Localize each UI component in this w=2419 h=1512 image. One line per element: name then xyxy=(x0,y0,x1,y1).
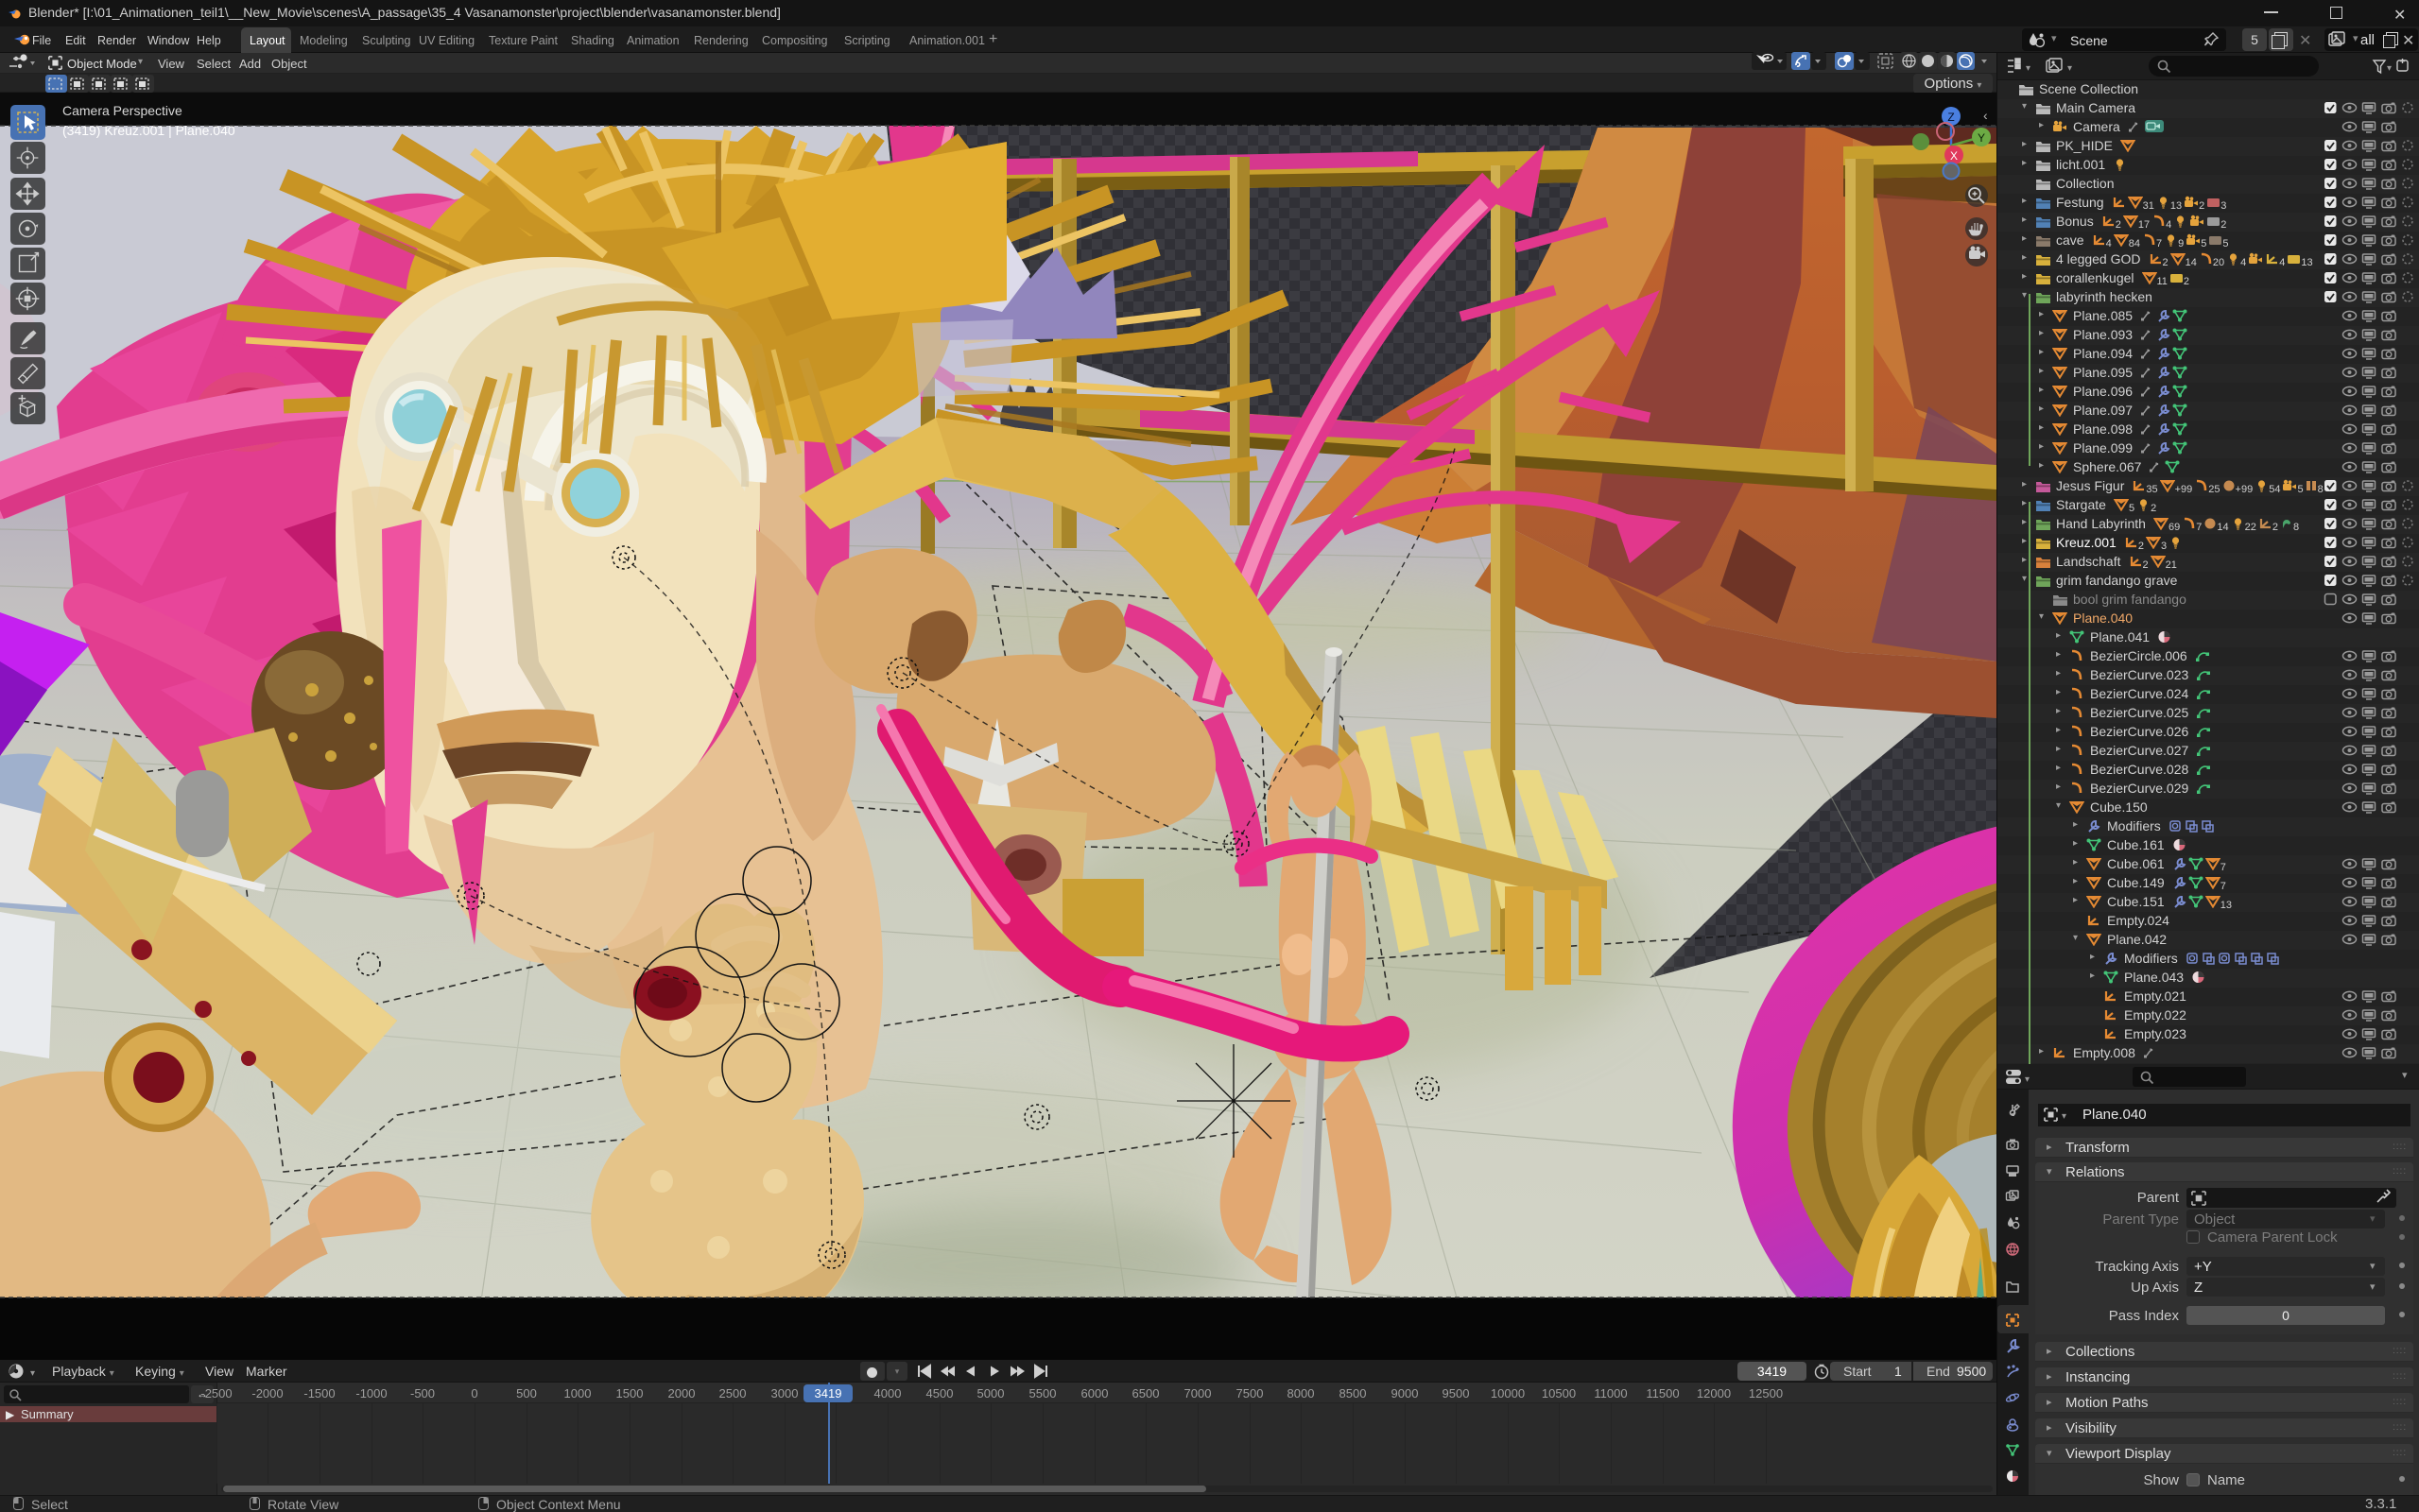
svg-text:X: X xyxy=(1950,149,1958,163)
svg-text:Y: Y xyxy=(1978,131,1985,145)
svg-text:▾: ▾ xyxy=(2062,1111,2066,1122)
svg-text:▾: ▾ xyxy=(2387,63,2392,74)
svg-text:Z: Z xyxy=(1947,111,1954,124)
svg-text:▾: ▾ xyxy=(2025,1074,2030,1085)
svg-text:▾: ▾ xyxy=(2026,63,2030,74)
svg-text:▾: ▾ xyxy=(2067,63,2072,74)
svg-text:▾: ▾ xyxy=(30,1368,35,1379)
